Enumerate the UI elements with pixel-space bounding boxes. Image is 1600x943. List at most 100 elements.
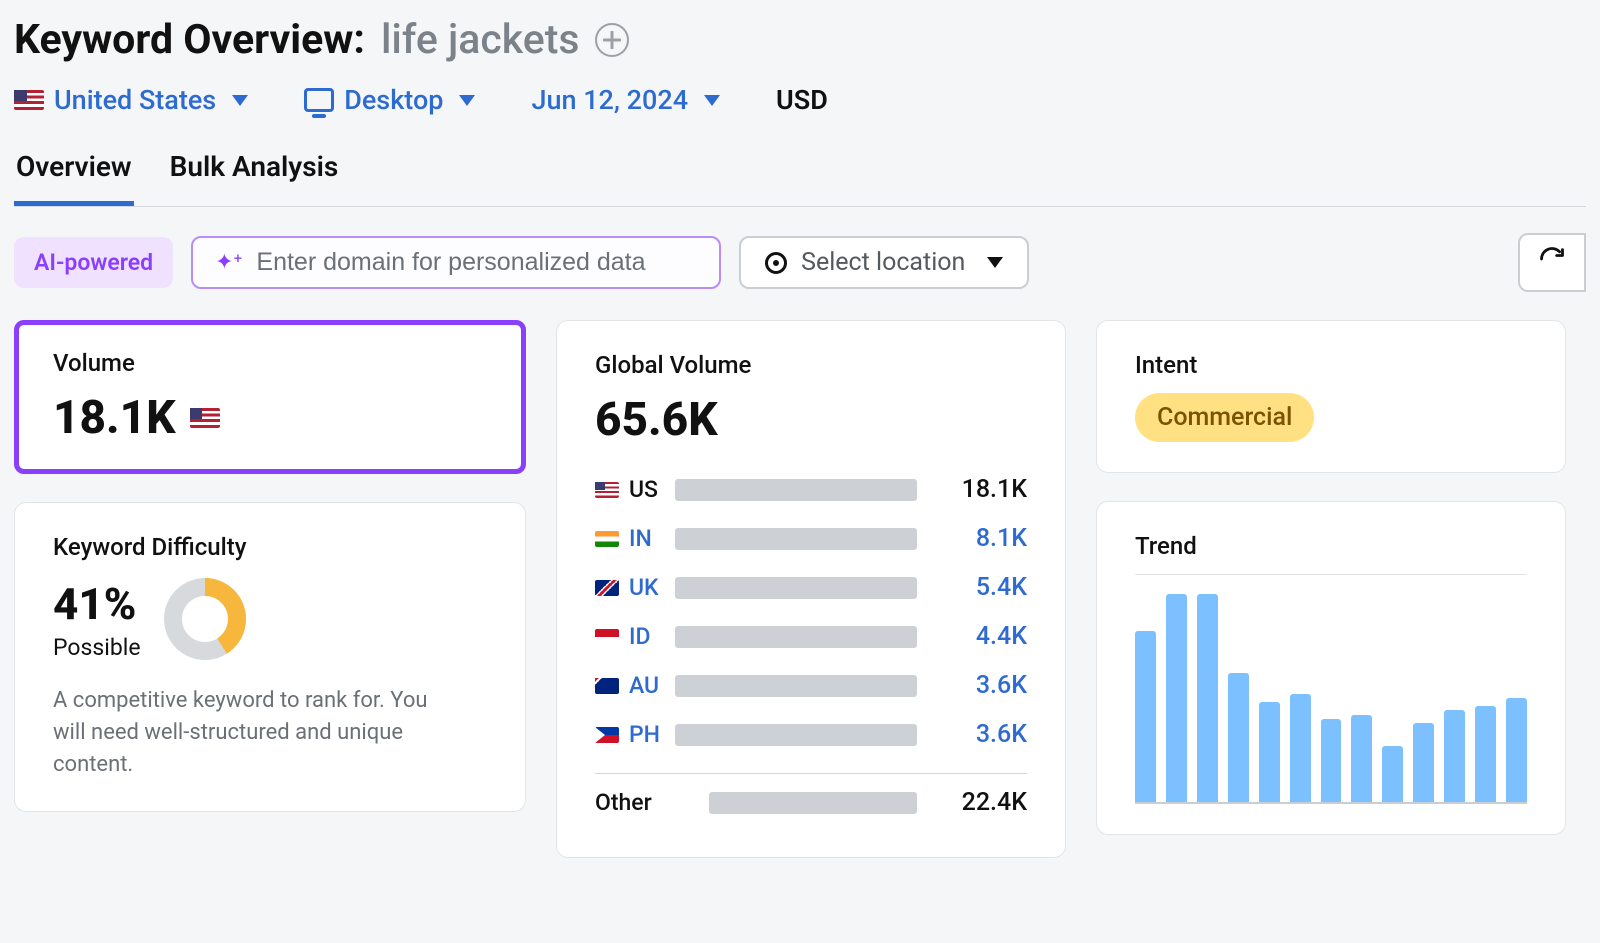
gv-country: IN [595, 525, 661, 552]
col-left: Volume 18.1K Keyword Difficulty 41% Poss… [14, 320, 526, 858]
intent-badge[interactable]: Commercial [1135, 393, 1314, 442]
trend-bar [1290, 694, 1311, 802]
chevron-down-icon [704, 95, 720, 106]
filter-date[interactable]: Jun 12, 2024 [531, 84, 720, 116]
trend-label: Trend [1135, 532, 1527, 560]
add-keyword-button[interactable] [595, 23, 629, 57]
volume-label: Volume [53, 349, 487, 377]
page-title-prefix: Keyword Overview: [14, 16, 365, 64]
trend-bar [1382, 746, 1403, 802]
gv-row-au[interactable]: AU3.6K [595, 661, 1027, 710]
gv-country-code: ID [629, 623, 651, 650]
gv-value: 3.6K [931, 720, 1027, 749]
page-title-row: Keyword Overview: life jackets [14, 12, 1586, 74]
chevron-down-icon [987, 257, 1003, 268]
gv-value: 4.4K [931, 622, 1027, 651]
trend-bars [1135, 594, 1527, 802]
keyword-difficulty-card: Keyword Difficulty 41% Possible A compet… [14, 502, 526, 812]
global-volume-card: Global Volume 65.6K US18.1KIN8.1KUK5.4KI… [556, 320, 1066, 858]
gv-rows: US 18.1K IN 8.1K UK 5.4K ID 4.4K AU3.6K PH 3.6K [595, 465, 1027, 759]
gv-country: PH [595, 721, 661, 748]
trend-bar [1444, 710, 1465, 802]
volume-card: Volume 18.1K [14, 320, 526, 474]
trend-bar [1135, 631, 1156, 802]
chevron-down-icon [232, 95, 248, 106]
filter-date-label: Jun 12, 2024 [531, 84, 688, 116]
gv-country: US [595, 476, 661, 503]
volume-value-row: 18.1K [53, 391, 487, 445]
filter-country[interactable]: United States [14, 84, 248, 116]
tab-overview[interactable]: Overview [14, 140, 134, 206]
gv-row-other: Other 22.4K [595, 778, 1027, 827]
gv-row-in[interactable]: IN 8.1K [595, 514, 1027, 563]
flag-in-icon [595, 531, 619, 547]
filter-device-label: Desktop [344, 84, 443, 116]
gv-value: 5.4K [931, 573, 1027, 602]
gv-value: 8.1K [931, 524, 1027, 553]
kd-value: 41% [53, 578, 141, 630]
gv-row-id[interactable]: ID 4.4K [595, 612, 1027, 661]
refresh-button[interactable] [1518, 233, 1586, 292]
gv-row-ph[interactable]: PH 3.6K [595, 710, 1027, 759]
gv-country: AU [595, 672, 661, 699]
plus-icon [603, 31, 621, 49]
trend-card: Trend [1096, 501, 1566, 835]
col-right: Intent Commercial Trend [1096, 320, 1566, 858]
gv-country-code: PH [629, 721, 660, 748]
gv-other-value: 22.4K [931, 788, 1027, 817]
gv-row-uk[interactable]: UK 5.4K [595, 563, 1027, 612]
cards-grid: Volume 18.1K Keyword Difficulty 41% Poss… [14, 320, 1586, 858]
flag-ph-icon [595, 727, 619, 743]
gv-bar [675, 577, 917, 599]
domain-input[interactable] [256, 248, 697, 277]
trend-bar [1506, 698, 1527, 802]
flag-us-icon [190, 408, 220, 428]
gv-bar [675, 626, 917, 648]
trend-gridline-top [1135, 574, 1527, 575]
filter-currency-label: USD [776, 84, 828, 116]
gv-bar [675, 675, 917, 697]
gv-country-code: IN [629, 525, 652, 552]
gv-bar [675, 724, 917, 746]
location-select[interactable]: Select location [739, 236, 1029, 289]
trend-bar [1351, 715, 1372, 802]
location-select-label: Select location [801, 248, 965, 277]
refresh-icon [1538, 245, 1566, 280]
intent-card: Intent Commercial [1096, 320, 1566, 473]
volume-value: 18.1K [53, 391, 176, 445]
tabs: Overview Bulk Analysis [14, 140, 1586, 207]
trend-chart [1135, 574, 1527, 804]
trend-axis-bottom [1135, 802, 1527, 804]
gv-label: Global Volume [595, 351, 1027, 379]
kd-donut-icon [161, 575, 249, 663]
trend-bar [1259, 702, 1280, 802]
tab-bulk-analysis[interactable]: Bulk Analysis [168, 140, 341, 206]
desktop-icon [304, 88, 334, 112]
filter-currency: USD [776, 84, 828, 116]
kd-row: 41% Possible [53, 575, 487, 663]
chevron-down-icon [459, 95, 475, 106]
page-title-keyword: life jackets [381, 16, 580, 64]
gv-other-bar [709, 792, 917, 814]
location-pin-icon [765, 252, 787, 274]
ai-powered-badge: AI-powered [14, 237, 173, 288]
filters-row: United States Desktop Jun 12, 2024 USD [14, 74, 1586, 140]
kd-label: Keyword Difficulty [53, 533, 487, 561]
gv-divider [595, 773, 1027, 774]
kd-sublabel: Possible [53, 634, 141, 661]
trend-bar [1228, 673, 1249, 802]
filter-device[interactable]: Desktop [304, 84, 475, 116]
flag-us-icon [14, 90, 44, 110]
domain-input-wrapper[interactable]: ✦⁺ [191, 236, 721, 289]
gv-country-code: US [629, 476, 658, 503]
flag-id-icon [595, 629, 619, 645]
col-mid: Global Volume 65.6K US18.1KIN8.1KUK5.4KI… [556, 320, 1066, 858]
gv-bar [675, 528, 917, 550]
gv-row-us: US 18.1K [595, 465, 1027, 514]
sparkle-icon: ✦⁺ [215, 250, 242, 275]
flag-us-icon [595, 482, 619, 498]
gv-value: 18.1K [931, 475, 1027, 504]
gv-country: UK [595, 574, 661, 601]
kd-description: A competitive keyword to rank for. You w… [53, 685, 453, 781]
flag-uk-icon [595, 580, 619, 596]
